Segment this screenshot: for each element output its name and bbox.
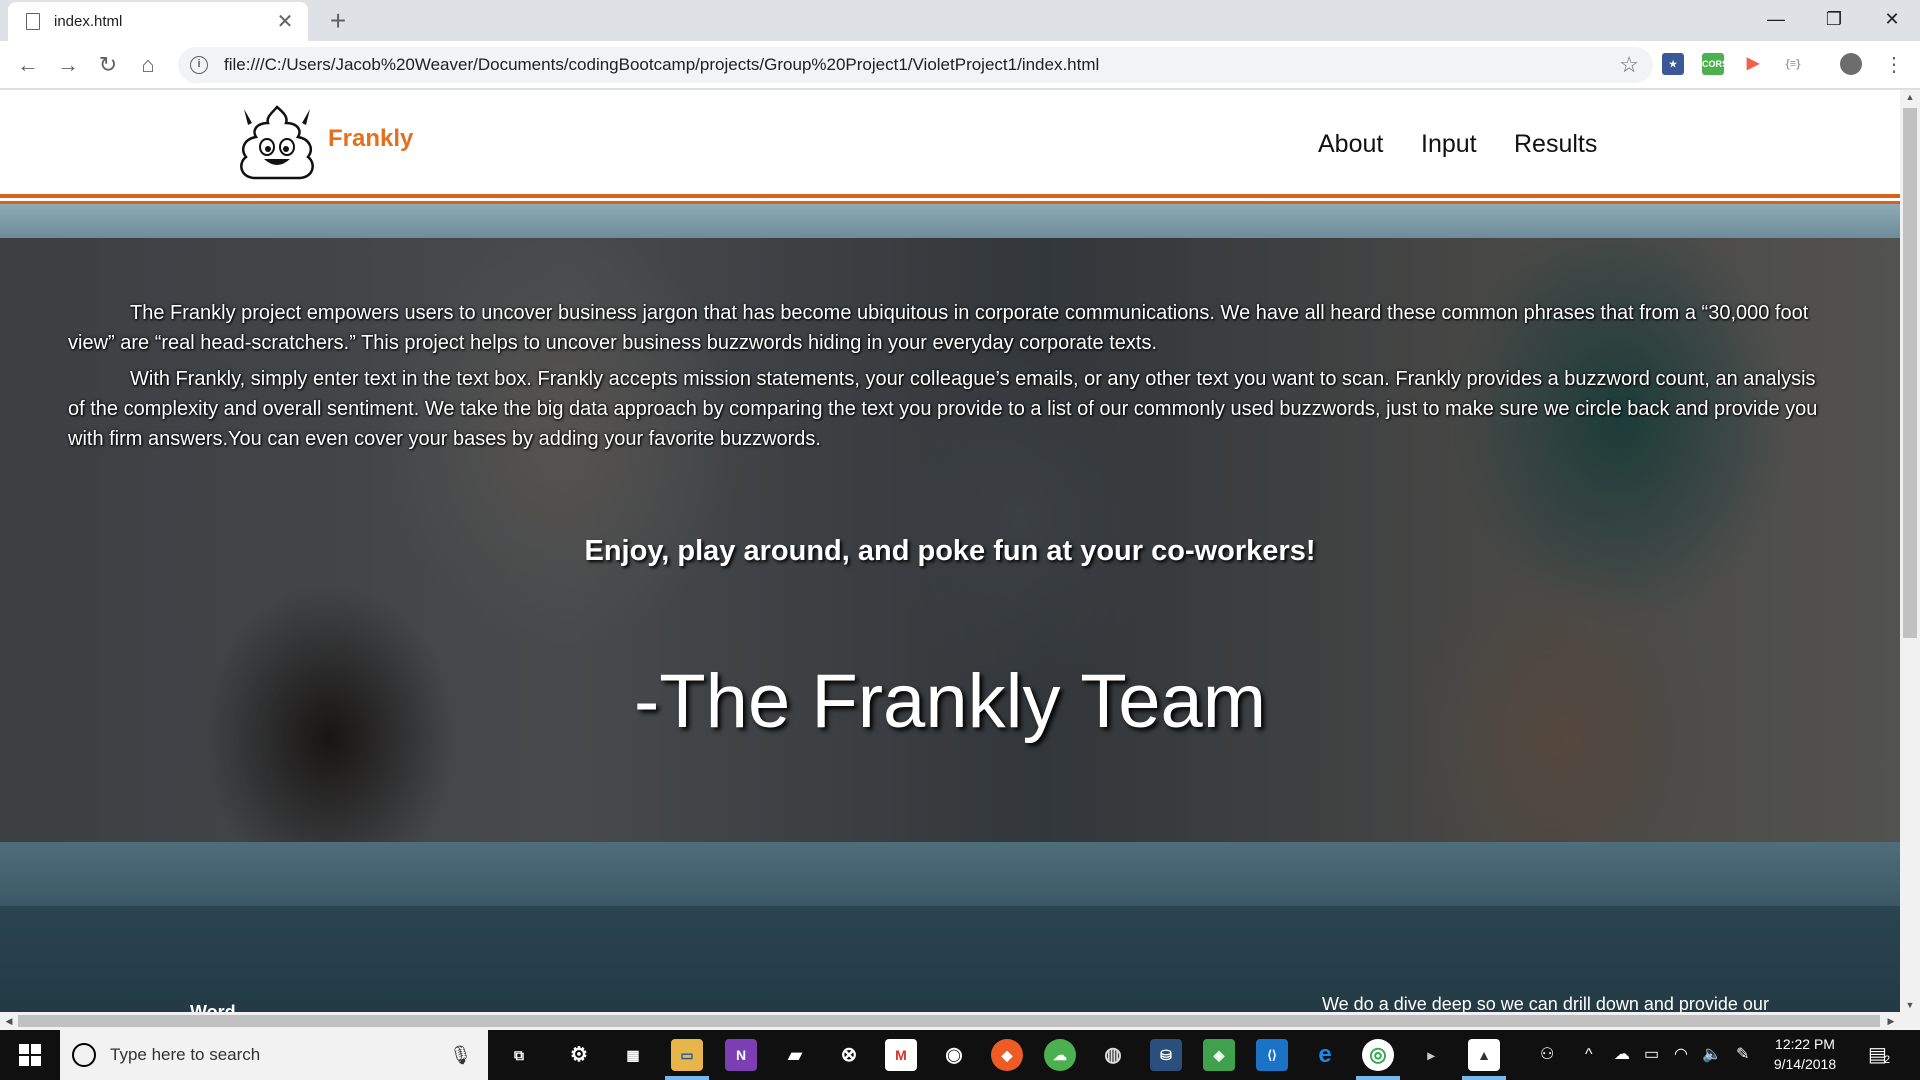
- results-section: Word We do a dive deep so we can drill d…: [0, 906, 1900, 1022]
- site-info-icon[interactable]: i: [190, 56, 208, 74]
- bookmark-star-icon[interactable]: ☆: [1619, 52, 1639, 78]
- minimize-button[interactable]: —: [1748, 0, 1804, 40]
- browser-tabbar: index.html ✕ + — ❐ ✕: [0, 0, 1920, 41]
- edge-icon[interactable]: e: [1309, 1039, 1341, 1071]
- hero-description: The Frankly project empowers users to un…: [68, 298, 1828, 460]
- cortana-icon[interactable]: [72, 1043, 96, 1067]
- scroll-right-arrow-icon[interactable]: ▶: [1882, 1012, 1900, 1030]
- file-icon: [26, 13, 40, 30]
- site-header: Frankly About Input Results: [0, 90, 1900, 194]
- home-icon[interactable]: ⌂: [132, 49, 164, 81]
- gmail-icon[interactable]: M: [885, 1039, 917, 1071]
- brand-name[interactable]: Frankly: [328, 125, 413, 153]
- settings-gear-icon[interactable]: ⚙: [563, 1039, 595, 1071]
- taskbar-search-box[interactable]: Type here to search 🎙: [60, 1030, 488, 1080]
- github-desktop-icon[interactable]: ◍: [1097, 1039, 1129, 1071]
- cors-extension-icon[interactable]: CORS: [1702, 53, 1728, 75]
- restore-button[interactable]: ❐: [1806, 0, 1862, 40]
- mysql-workbench-icon[interactable]: ⛁: [1150, 1039, 1182, 1071]
- clock-date: 9/14/2018: [1773, 1056, 1837, 1072]
- terminal-icon[interactable]: ▸: [1415, 1039, 1447, 1071]
- texture-band-middle: [0, 842, 1900, 906]
- frankly-site: Frankly About Input Results The Frankly …: [0, 90, 1900, 1022]
- nav-input-link[interactable]: Input: [1421, 130, 1477, 159]
- scroll-up-arrow-icon[interactable]: ▲: [1900, 92, 1920, 102]
- battery-icon[interactable]: ▭: [1644, 1030, 1659, 1080]
- vscode-icon[interactable]: ⟨⟩: [1256, 1039, 1288, 1071]
- cast-extension-icon[interactable]: ▶: [1742, 53, 1764, 75]
- chat-icon[interactable]: ☁: [1044, 1039, 1076, 1071]
- scroll-down-arrow-icon[interactable]: ▼: [1900, 1000, 1920, 1010]
- notification-count-badge: 2: [1884, 1054, 1891, 1066]
- sticky-notes-icon[interactable]: ▰: [779, 1039, 811, 1071]
- close-window-button[interactable]: ✕: [1864, 0, 1920, 40]
- hero-signature: -The Frankly Team: [633, 659, 1267, 744]
- address-bar[interactable]: i file:///C:/Users/Jacob%20Weaver/Docume…: [178, 47, 1653, 83]
- tab-title: index.html: [54, 13, 123, 30]
- poop-mascot-logo-icon[interactable]: [236, 103, 318, 181]
- new-tab-button[interactable]: +: [323, 4, 353, 38]
- json-extension-icon[interactable]: {≡}: [1782, 53, 1804, 75]
- clock-time: 12:22 PM: [1775, 1036, 1835, 1052]
- file-explorer-icon[interactable]: ▭: [671, 1039, 703, 1071]
- windows-taskbar: Type here to search 🎙 ⧉ ⚙ ▦ ▭ N ▰ ⊗ M ◉ …: [0, 1030, 1920, 1080]
- active-app-indicator: [1462, 1076, 1506, 1080]
- scroll-left-arrow-icon[interactable]: ◀: [0, 1012, 18, 1030]
- browser-toolbar: ← → ↻ ⌂ i file:///C:/Users/Jacob%20Weave…: [0, 41, 1920, 89]
- git-kraken-icon[interactable]: ◈: [1203, 1039, 1235, 1071]
- github-icon[interactable]: ◉: [938, 1039, 970, 1071]
- system-clock[interactable]: 12:22 PM 9/14/2018: [1750, 1034, 1860, 1074]
- active-app-indicator: [665, 1076, 709, 1080]
- header-divider: [0, 194, 1900, 198]
- hero-paragraph: The Frankly project empowers users to un…: [68, 302, 1809, 354]
- task-view-icon[interactable]: ⧉: [503, 1039, 535, 1071]
- xbox-icon[interactable]: ⊗: [833, 1039, 865, 1071]
- tray-chevron-up-icon[interactable]: ^: [1585, 1030, 1593, 1080]
- url-text[interactable]: file:///C:/Users/Jacob%20Weaver/Document…: [224, 55, 1619, 75]
- hero-section: The Frankly project empowers users to un…: [0, 238, 1900, 842]
- page-viewport: Frankly About Input Results The Frankly …: [0, 90, 1920, 1030]
- photos-icon[interactable]: ▲: [1468, 1039, 1500, 1071]
- texture-band-top: [0, 204, 1900, 238]
- windows-start-icon[interactable]: [0, 1030, 60, 1080]
- nav-about-link[interactable]: About: [1318, 130, 1383, 159]
- hero-tagline: Enjoy, play around, and poke fun at your…: [584, 535, 1316, 567]
- bookmark-star-extension-icon[interactable]: ★: [1662, 53, 1684, 75]
- nav-results-link[interactable]: Results: [1514, 130, 1597, 159]
- forward-arrow-icon[interactable]: →: [52, 49, 84, 81]
- hero-paragraph: With Frankly, simply enter text in the t…: [68, 368, 1818, 450]
- reload-icon[interactable]: ↻: [92, 49, 124, 81]
- postman-icon[interactable]: ◆: [991, 1039, 1023, 1071]
- store-icon[interactable]: ▦: [617, 1039, 649, 1071]
- onenote-icon[interactable]: N: [725, 1039, 757, 1071]
- back-arrow-icon[interactable]: ←: [12, 49, 44, 81]
- vertical-scrollbar[interactable]: ▲ ▼: [1900, 90, 1920, 1012]
- profile-avatar[interactable]: [1840, 53, 1862, 75]
- microphone-icon[interactable]: 🎙: [449, 1045, 472, 1066]
- browser-tab[interactable]: index.html ✕: [8, 2, 308, 41]
- horizontal-scroll-thumb[interactable]: [18, 1015, 1880, 1027]
- wifi-icon[interactable]: ◠: [1674, 1030, 1688, 1080]
- active-app-indicator: [1356, 1076, 1400, 1080]
- chrome-icon[interactable]: ◎: [1362, 1039, 1394, 1071]
- tab-close-icon[interactable]: ✕: [274, 9, 296, 34]
- search-placeholder[interactable]: Type here to search: [110, 1045, 449, 1065]
- menu-kebab-icon[interactable]: ⋮: [1878, 49, 1910, 81]
- vertical-scroll-thumb[interactable]: [1903, 108, 1917, 638]
- people-icon[interactable]: ⚇: [1540, 1030, 1554, 1080]
- pen-ink-icon[interactable]: ✎: [1736, 1030, 1749, 1080]
- onedrive-cloud-icon[interactable]: ☁: [1614, 1030, 1630, 1080]
- horizontal-scrollbar[interactable]: ◀ ▶: [0, 1012, 1920, 1030]
- volume-icon[interactable]: 🔈: [1702, 1030, 1722, 1080]
